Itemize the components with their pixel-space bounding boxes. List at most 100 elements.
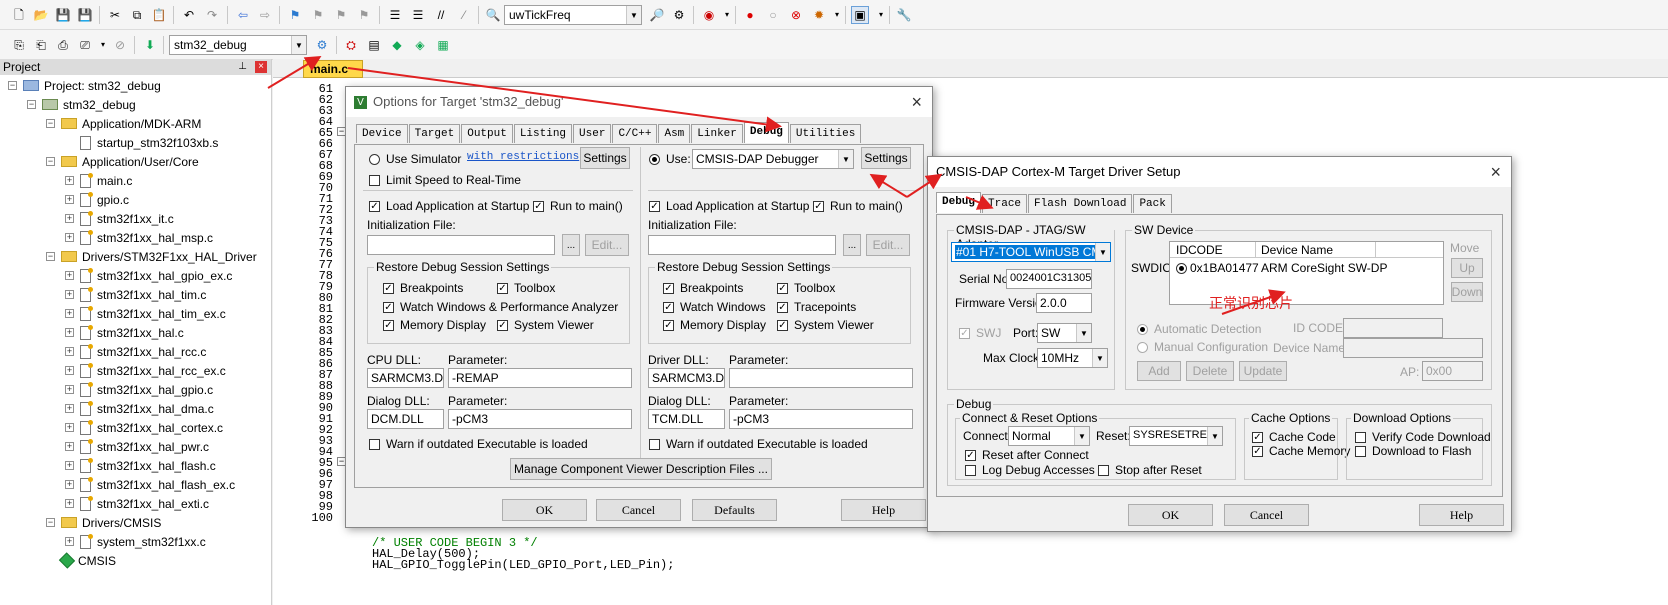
tree-file-item[interactable]: + stm32f1xx_hal_flash_ex.c bbox=[65, 475, 235, 494]
expand-icon[interactable]: + bbox=[65, 290, 74, 299]
help-button[interactable]: Help bbox=[841, 499, 926, 521]
batch-dropdown-icon[interactable]: ▾ bbox=[94, 36, 112, 54]
tree-file-item[interactable]: + stm32f1xx_hal_msp.c bbox=[65, 228, 213, 247]
dap-cancel-button[interactable]: Cancel bbox=[1224, 504, 1309, 526]
tree-file-item[interactable]: + stm32f1xx_it.c bbox=[65, 209, 174, 228]
find-icon[interactable]: 🔎 bbox=[648, 6, 666, 24]
expand-icon[interactable]: + bbox=[65, 404, 74, 413]
nav-forward-icon[interactable]: ⇨ bbox=[256, 6, 274, 24]
copy-icon[interactable]: ⧉ bbox=[128, 6, 146, 24]
collapse-icon[interactable]: − bbox=[46, 119, 55, 128]
manual-config-radio[interactable]: Manual Configuration bbox=[1137, 340, 1268, 354]
load-app-checkbox-right[interactable]: ✓ Load Application at Startup bbox=[649, 199, 809, 213]
tracepoints-checkbox[interactable]: ✓ Tracepoints bbox=[777, 300, 856, 314]
expand-icon[interactable]: + bbox=[65, 480, 74, 489]
expand-icon[interactable]: + bbox=[65, 385, 74, 394]
bookmark-prev-icon[interactable]: ⚑ bbox=[309, 6, 327, 24]
device-name-input[interactable] bbox=[1343, 338, 1483, 358]
tab-listing[interactable]: Listing bbox=[513, 124, 573, 143]
debug-session-icon[interactable]: ◉ bbox=[700, 6, 718, 24]
id-code-input[interactable] bbox=[1343, 318, 1443, 338]
tree-file-item[interactable]: + main.c bbox=[65, 171, 132, 190]
cut-icon[interactable]: ✂ bbox=[106, 6, 124, 24]
tab-target[interactable]: Target bbox=[408, 124, 461, 143]
collapse-icon[interactable]: − bbox=[46, 252, 55, 261]
driver-param-input[interactable] bbox=[729, 368, 913, 388]
rebuild-icon[interactable]: ⎙ bbox=[54, 36, 72, 54]
memory-checkbox[interactable]: ✓ Memory Display bbox=[383, 318, 486, 332]
tab-user[interactable]: User bbox=[573, 124, 612, 143]
tab-output[interactable]: Output bbox=[461, 124, 513, 143]
redo-icon[interactable]: ↷ bbox=[203, 6, 221, 24]
debugger-settings-button[interactable]: Settings bbox=[861, 147, 911, 169]
tree-folder-item[interactable]: −CMSIS bbox=[46, 551, 116, 570]
translate-icon[interactable]: ⎘ bbox=[10, 36, 28, 54]
tab-debug[interactable]: Debug bbox=[936, 192, 982, 213]
breakpoints-checkbox-right[interactable]: ✓ Breakpoints bbox=[663, 281, 743, 295]
find-in-files-icon[interactable]: 🔍 bbox=[484, 6, 502, 24]
connect-select[interactable]: Normal ▼ bbox=[1008, 426, 1090, 446]
watch-checkbox-right[interactable]: ✓ Watch Windows bbox=[663, 300, 766, 314]
target-options-icon[interactable]: ⚙ bbox=[313, 36, 331, 54]
expand-icon[interactable]: + bbox=[65, 176, 74, 185]
breakpoint-disable-all-icon[interactable]: ⊗ bbox=[787, 6, 805, 24]
cpu-dll-input[interactable]: SARMCM3.DLL bbox=[367, 368, 444, 388]
tree-file-item[interactable]: + stm32f1xx_hal_cortex.c bbox=[65, 418, 223, 437]
dialog-param-input[interactable]: -pCM3 bbox=[448, 409, 632, 429]
add-button[interactable]: Add bbox=[1137, 361, 1181, 381]
defaults-button[interactable]: Defaults bbox=[692, 499, 777, 521]
configure-icon[interactable]: 🔧 bbox=[895, 6, 913, 24]
manage-component-viewer-button[interactable]: Manage Component Viewer Description File… bbox=[510, 458, 772, 480]
incremental-find-icon[interactable]: ⚙ bbox=[670, 6, 688, 24]
collapse-icon[interactable]: − bbox=[8, 81, 17, 90]
build-icon[interactable]: ⎗ bbox=[32, 36, 50, 54]
tab-device[interactable]: Device bbox=[356, 124, 408, 143]
pack-installer-icon[interactable]: ◈ bbox=[411, 36, 429, 54]
tree-file-item[interactable]: + stm32f1xx_hal_exti.c bbox=[65, 494, 209, 513]
auto-detect-radio[interactable]: Automatic Detection bbox=[1137, 322, 1261, 336]
tree-file-item[interactable]: + stm32f1xx_hal_rcc.c bbox=[65, 342, 206, 361]
tree-file-item[interactable]: + stm32f1xx_hal_gpio_ex.c bbox=[65, 266, 232, 285]
toolbox-checkbox-right[interactable]: ✓ Toolbox bbox=[777, 281, 835, 295]
uncomment-icon[interactable]: ⁄ bbox=[455, 6, 473, 24]
simulator-settings-button[interactable]: Settings bbox=[580, 147, 630, 169]
expand-icon[interactable]: + bbox=[65, 442, 74, 451]
log-debug-checkbox[interactable]: Log Debug Accesses bbox=[965, 463, 1095, 477]
expand-icon[interactable]: + bbox=[65, 233, 74, 242]
dialog-dll-input-right[interactable]: TCM.DLL bbox=[648, 409, 725, 429]
target-combo[interactable]: stm32_debug ▼ bbox=[169, 35, 307, 55]
ok-button[interactable]: OK bbox=[502, 499, 587, 521]
tree-file-item[interactable]: + stm32f1xx_hal_rcc_ex.c bbox=[65, 361, 226, 380]
tree-folder-item[interactable]: − Application/MDK-ARM bbox=[46, 114, 201, 133]
tree-folder-item[interactable]: − Drivers/STM32F1xx_HAL_Driver bbox=[46, 247, 257, 266]
max-clock-select[interactable]: 10MHz ▼ bbox=[1037, 348, 1108, 368]
close-icon[interactable]: × bbox=[911, 87, 922, 117]
run-to-main-checkbox-right[interactable]: ✓ Run to main() bbox=[813, 199, 903, 213]
down-button[interactable]: Down bbox=[1451, 282, 1483, 302]
tree-file-item[interactable]: + stm32f1xx_hal_pwr.c bbox=[65, 437, 209, 456]
new-file-icon[interactable]: 🗋 bbox=[10, 6, 28, 24]
batch-build-icon[interactable]: ⎚ bbox=[76, 36, 94, 54]
unindent-icon[interactable]: ☰ bbox=[409, 6, 427, 24]
paste-icon[interactable]: 📋 bbox=[150, 6, 168, 24]
expand-icon[interactable]: + bbox=[65, 461, 74, 470]
up-button[interactable]: Up bbox=[1451, 258, 1483, 278]
dialog-dll-input[interactable]: DCM.DLL bbox=[367, 409, 444, 429]
indent-icon[interactable]: ☰ bbox=[386, 6, 404, 24]
dap-help-button[interactable]: Help bbox=[1419, 504, 1504, 526]
bookmark-icon[interactable]: ⚑ bbox=[286, 6, 304, 24]
sysviewer-checkbox-right[interactable]: ✓ System Viewer bbox=[777, 318, 874, 332]
tree-file-item[interactable]: + stm32f1xx_hal_tim_ex.c bbox=[65, 304, 226, 323]
memory-checkbox-right[interactable]: ✓ Memory Display bbox=[663, 318, 766, 332]
delete-button[interactable]: Delete bbox=[1186, 361, 1234, 381]
debugger-select[interactable]: CMSIS-DAP Debugger ▼ bbox=[692, 149, 854, 169]
ap-input[interactable]: 0x00 bbox=[1422, 361, 1483, 381]
collapse-icon[interactable]: − bbox=[46, 518, 55, 527]
init-file-input[interactable] bbox=[367, 235, 555, 255]
save-all-icon[interactable]: 💾 bbox=[76, 6, 94, 24]
breakpoint-dropdown-icon[interactable]: ▾ bbox=[828, 6, 846, 24]
use-debugger-radio[interactable]: Use: bbox=[649, 152, 691, 166]
tree-file-item[interactable]: + stm32f1xx_hal_flash.c bbox=[65, 456, 216, 475]
swj-checkbox[interactable]: ✓ SWJ bbox=[959, 326, 1001, 340]
expand-icon[interactable]: + bbox=[65, 366, 74, 375]
